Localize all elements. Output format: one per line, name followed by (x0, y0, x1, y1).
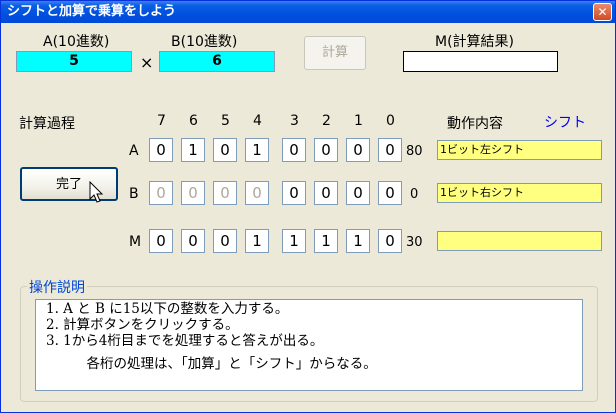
app-window: シフトと加算で乗算をしよう ✕ A(10進数) 5 × B(10進数) 6 計算… (0, 0, 616, 413)
help-line: 3. 1から4桁目までを処理すると答えが出る。 (46, 333, 324, 349)
mouse-cursor-icon (89, 181, 104, 203)
action-field-a: 1ビット左シフト (437, 140, 602, 160)
bit-cell-a-2[interactable]: 0 (314, 138, 338, 162)
result-label: M(計算結果) (435, 34, 515, 50)
bit-header: 3 (290, 113, 299, 129)
help-line: 各桁の処理は、「加算」と「シフト」からなる。 (46, 356, 377, 372)
bit-cell-m-1[interactable]: 1 (346, 229, 370, 253)
bit-cell-b-6[interactable]: 0 (181, 181, 205, 205)
bit-header: 5 (221, 113, 230, 129)
process-label: 計算過程 (19, 116, 75, 132)
help-line: 2. 計算ボタンをクリックする。 (46, 317, 239, 333)
decimal-value-m: 30 (406, 235, 423, 250)
a-input[interactable]: 5 (16, 51, 132, 72)
bit-header: 0 (386, 113, 395, 129)
action-header: 動作内容 (447, 116, 503, 132)
done-button-label: 完了 (55, 177, 82, 192)
bit-cell-a-0[interactable]: 0 (378, 138, 402, 162)
bit-cell-a-5[interactable]: 0 (213, 138, 237, 162)
bit-cell-a-3[interactable]: 0 (282, 138, 306, 162)
bit-cell-b-5[interactable]: 0 (213, 181, 237, 205)
bit-header: 6 (189, 113, 198, 129)
bit-cell-m-4[interactable]: 1 (245, 229, 269, 253)
bit-cell-a-4[interactable]: 1 (245, 138, 269, 162)
bit-cell-a-6[interactable]: 1 (181, 138, 205, 162)
bit-cell-b-3[interactable]: 0 (282, 181, 306, 205)
bit-cell-m-5[interactable]: 0 (213, 229, 237, 253)
title-bar: シフトと加算で乗算をしよう ✕ (1, 1, 615, 23)
bit-header: 7 (157, 113, 166, 129)
shift-header: シフト (544, 115, 586, 131)
bit-header: 1 (354, 113, 363, 129)
b-label: B(10進数) (171, 34, 238, 50)
bit-header: 2 (322, 113, 331, 129)
bit-cell-a-1[interactable]: 0 (346, 138, 370, 162)
bit-cell-b-1[interactable]: 0 (346, 181, 370, 205)
result-field[interactable] (403, 51, 558, 72)
decimal-value-b: 0 (410, 187, 419, 202)
help-text: 1. A と B に15以下の整数を入力する。 2. 計算ボタンをクリックする。 3… (35, 299, 583, 391)
row-label-a: A (129, 143, 139, 159)
bit-cell-b-0[interactable]: 0 (378, 181, 402, 205)
bit-cell-b-4[interactable]: 0 (245, 181, 269, 205)
decimal-value-a: 80 (406, 144, 423, 159)
bit-cell-a-7[interactable]: 0 (149, 138, 173, 162)
bit-cell-b-7[interactable]: 0 (149, 181, 173, 205)
row-label-m: M (129, 234, 142, 250)
bit-cell-b-2[interactable]: 0 (314, 181, 338, 205)
close-button[interactable]: ✕ (593, 3, 612, 21)
help-title: 操作説明 (27, 277, 87, 297)
b-input[interactable]: 6 (159, 51, 275, 72)
calc-button[interactable]: 計算 (304, 36, 366, 70)
a-label: A(10進数) (43, 34, 110, 50)
bit-header: 4 (253, 113, 262, 129)
help-line: 1. A と B に15以下の整数を入力する。 (46, 301, 289, 317)
bit-cell-m-3[interactable]: 1 (282, 229, 306, 253)
action-field-m (437, 231, 602, 251)
bit-cell-m-6[interactable]: 0 (181, 229, 205, 253)
bit-cell-m-7[interactable]: 0 (149, 229, 173, 253)
times-sign: × (140, 53, 154, 72)
bit-cell-m-2[interactable]: 1 (314, 229, 338, 253)
bit-cell-m-0[interactable]: 0 (378, 229, 402, 253)
row-label-b: B (129, 186, 139, 202)
window-title: シフトと加算で乗算をしよう (7, 4, 177, 19)
action-field-b: 1ビット右シフト (437, 183, 602, 203)
